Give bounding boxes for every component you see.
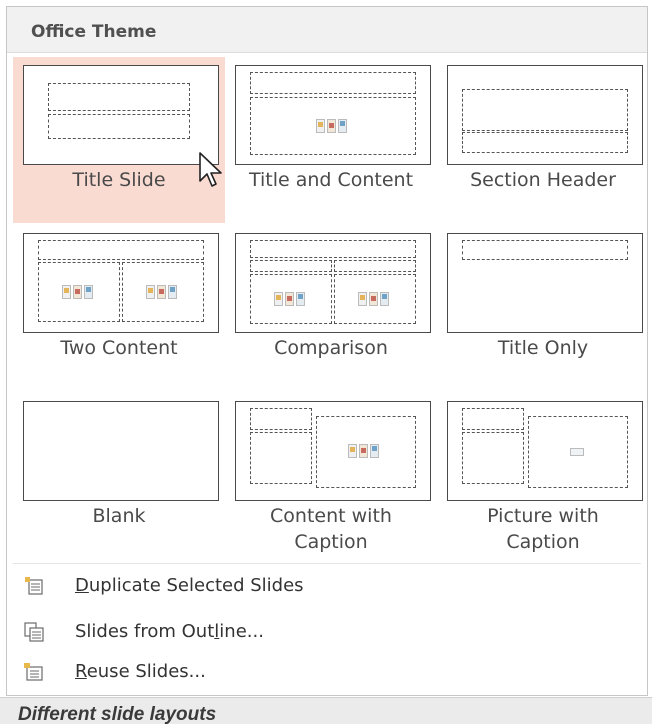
layout-content-with-caption[interactable]: Content with Caption [225, 393, 437, 559]
layout-section-header[interactable]: Section Header [437, 57, 649, 223]
figure-caption: Different slide layouts [18, 704, 217, 725]
layout-label: Title Only [497, 337, 589, 359]
layout-thumbnail [23, 65, 219, 165]
layout-label: Two Content [60, 337, 178, 359]
layout-blank[interactable]: Blank [13, 393, 225, 559]
layout-label: Title Slide [72, 169, 166, 191]
layout-thumbnail [23, 233, 219, 333]
content-placeholder-icon [62, 285, 96, 299]
layout-label: Section Header [470, 169, 616, 191]
layout-label: Caption [506, 531, 580, 553]
layout-thumbnail [23, 401, 219, 501]
layout-thumbnail [447, 65, 643, 165]
layout-label: Title and Content [248, 169, 414, 191]
outline-slides-icon [24, 622, 44, 642]
layout-thumbnail [447, 401, 643, 501]
caption-bar: Different slide layouts [0, 697, 652, 725]
section-title: Office Theme [31, 22, 157, 42]
layout-thumbnail [235, 233, 431, 333]
content-placeholder-icon [316, 119, 350, 133]
content-placeholder-icon [146, 285, 180, 299]
menu-label: Slides from Outline... [75, 621, 264, 642]
layout-title-only[interactable]: Title Only [437, 225, 649, 375]
menu-label: Duplicate Selected Slides [75, 575, 304, 596]
content-placeholder-icon [348, 444, 382, 458]
layout-title-slide[interactable]: Title Slide [13, 57, 225, 223]
layout-two-content[interactable]: Two Content [13, 225, 225, 375]
menu-slides-from-outline[interactable]: Slides from Outline... [23, 615, 523, 649]
layout-label: Picture with [487, 505, 599, 527]
menu-label: Reuse Slides... [75, 661, 206, 682]
duplicate-slides-icon [25, 577, 43, 595]
mouse-cursor-icon [199, 152, 222, 187]
menu-reuse-slides[interactable]: Reuse Slides... [23, 655, 523, 689]
menu-divider [13, 563, 641, 564]
layout-comparison[interactable]: Comparison [225, 225, 437, 375]
layout-thumbnail [235, 401, 431, 501]
picture-placeholder-icon [570, 448, 584, 456]
layout-title-and-content[interactable]: Title and Content [225, 57, 437, 223]
reuse-slides-icon [24, 663, 43, 681]
content-placeholder-icon [358, 292, 392, 306]
gallery-header: Office Theme [7, 7, 647, 53]
layout-label: Caption [294, 531, 368, 553]
new-slide-gallery: Office Theme Title Slide Title and Conte… [6, 6, 648, 696]
layout-picture-with-caption[interactable]: Picture with Caption [437, 393, 649, 559]
layout-label: Blank [92, 505, 146, 527]
layout-label: Comparison [274, 337, 388, 359]
menu-duplicate-selected-slides[interactable]: Duplicate Selected Slides [23, 569, 523, 603]
layout-thumbnail [447, 233, 643, 333]
content-placeholder-icon [274, 292, 308, 306]
layout-thumbnail [235, 65, 431, 165]
layout-label: Content with [270, 505, 392, 527]
